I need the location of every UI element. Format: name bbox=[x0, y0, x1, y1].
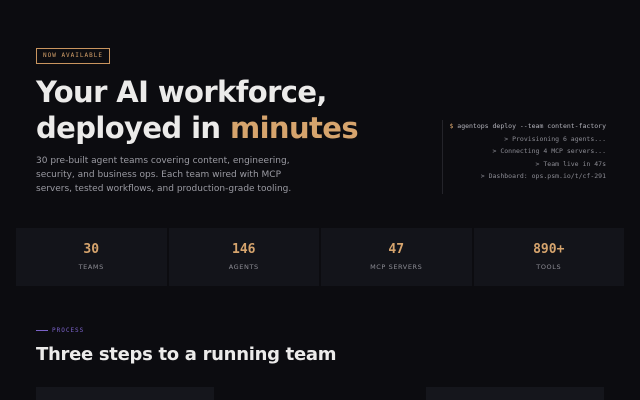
stat-value: 146 bbox=[232, 242, 256, 257]
stats-bar: 30 TEAMS 146 AGENTS 47 MCP SERVERS 890+ … bbox=[16, 228, 624, 286]
terminal-prompt: $ bbox=[449, 122, 454, 130]
terminal-line: > Dashboard: ops.psm.io/t/cf-291 bbox=[480, 172, 606, 180]
hero-title: Your AI workforce, deployed in minutes bbox=[36, 74, 359, 146]
stat-agents: 146 AGENTS bbox=[168, 228, 319, 286]
hero-description: 30 pre-built agent teams covering conten… bbox=[36, 156, 292, 194]
stat-value: 30 bbox=[83, 242, 100, 257]
stat-value: 890+ bbox=[533, 242, 565, 257]
stat-label: TEAMS bbox=[78, 263, 104, 271]
hero-title-line1: Your AI workforce, bbox=[36, 75, 327, 109]
eyebrow-dash bbox=[36, 330, 48, 331]
step-card bbox=[36, 387, 214, 400]
process-section-title: Three steps to a running team bbox=[36, 344, 337, 365]
stat-tools: 890+ TOOLS bbox=[473, 228, 624, 286]
hero-title-line2-prefix: deployed in bbox=[36, 111, 230, 145]
terminal-snippet: $ agentops deploy --team content-factory… bbox=[442, 120, 606, 194]
hero-title-accent: minutes bbox=[229, 111, 359, 145]
stat-label: MCP SERVERS bbox=[370, 263, 423, 271]
process-eyebrow-label: PROCESS bbox=[52, 327, 85, 334]
process-eyebrow: PROCESS bbox=[36, 327, 84, 334]
now-available-badge: NOW AVAILABLE bbox=[36, 48, 110, 64]
terminal-line: > Provisioning 6 agents... bbox=[504, 134, 606, 143]
stat-value: 47 bbox=[388, 242, 405, 257]
stat-mcp-servers: 47 MCP SERVERS bbox=[321, 228, 472, 286]
terminal-line: > Connecting 4 MCP servers... bbox=[492, 147, 607, 155]
terminal-command-line: $ agentops deploy --team content-factory bbox=[443, 120, 606, 133]
terminal-command: agentops deploy --team content-factory bbox=[457, 122, 606, 130]
stat-teams: 30 TEAMS bbox=[16, 228, 167, 286]
step-card bbox=[426, 387, 604, 400]
stat-label: AGENTS bbox=[228, 263, 259, 271]
stat-label: TOOLS bbox=[536, 263, 562, 271]
terminal-line: > Team live in 47s bbox=[535, 159, 606, 168]
